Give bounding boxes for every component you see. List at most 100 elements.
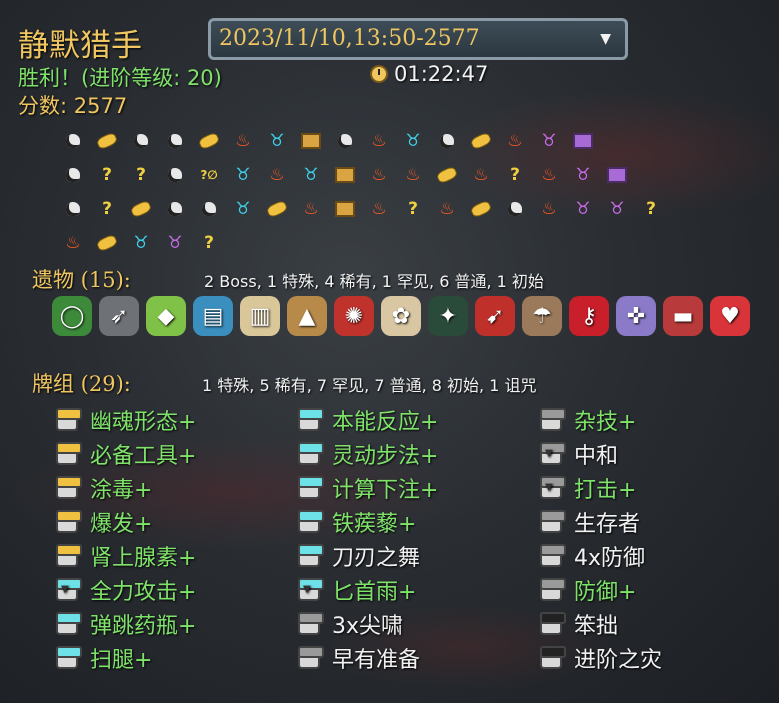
- pyramid-icon[interactable]: ▲: [287, 296, 327, 336]
- beetle-icon[interactable]: ✦: [428, 296, 468, 336]
- elite-icon[interactable]: [260, 158, 294, 192]
- monster-skull-icon[interactable]: [498, 192, 532, 226]
- card-entry[interactable]: 爆发+: [56, 505, 298, 539]
- card-jar-icon: [540, 408, 566, 431]
- treasure-icon[interactable]: [294, 124, 328, 158]
- gold-icon[interactable]: [464, 124, 498, 158]
- rest-icon[interactable]: [124, 226, 158, 260]
- card-entry[interactable]: 刀刃之舞: [298, 539, 540, 573]
- monster-skull-icon[interactable]: [430, 124, 464, 158]
- boss-chest-icon[interactable]: [566, 124, 600, 158]
- elite-icon[interactable]: [498, 124, 532, 158]
- pipe-icon[interactable]: ☂: [522, 296, 562, 336]
- elite-icon[interactable]: [362, 124, 396, 158]
- monster-skull-icon[interactable]: [56, 158, 90, 192]
- rest-icon[interactable]: [396, 124, 430, 158]
- gold-icon[interactable]: [430, 158, 464, 192]
- strawberry-icon[interactable]: ♥: [710, 296, 750, 336]
- rest-icon[interactable]: [226, 158, 260, 192]
- card-entry[interactable]: 铁蒺藜+: [298, 505, 540, 539]
- card-entry[interactable]: 打击+: [540, 471, 779, 505]
- gold-icon[interactable]: [90, 124, 124, 158]
- card-entry[interactable]: 防御+: [540, 573, 779, 607]
- scroll-icon[interactable]: ▥: [240, 296, 280, 336]
- monster-skull-icon[interactable]: [192, 192, 226, 226]
- card-jar-icon: [56, 442, 82, 465]
- run-select-dropdown[interactable]: 2023/11/10,13:50-2577 ▼: [208, 18, 628, 60]
- map-icon[interactable]: ▤: [193, 296, 233, 336]
- elite-icon[interactable]: [226, 124, 260, 158]
- elite-icon[interactable]: [532, 192, 566, 226]
- card-entry[interactable]: 笨拙: [540, 607, 779, 641]
- elite-icon[interactable]: [294, 192, 328, 226]
- monster-skull-icon[interactable]: [328, 124, 362, 158]
- gold-icon[interactable]: [260, 192, 294, 226]
- card-entry[interactable]: 涂毒+: [56, 471, 298, 505]
- elite-icon[interactable]: [362, 192, 396, 226]
- unknown-icon[interactable]: [124, 158, 158, 192]
- card-entry[interactable]: 中和: [540, 437, 779, 471]
- card-entry[interactable]: 本能反应+: [298, 403, 540, 437]
- unknown-icon[interactable]: [192, 226, 226, 260]
- card-entry[interactable]: 早有准备: [298, 641, 540, 675]
- boss-icon[interactable]: [600, 192, 634, 226]
- ring-icon[interactable]: ◯: [52, 296, 92, 336]
- elite-icon[interactable]: [464, 158, 498, 192]
- monster-skull-icon[interactable]: [124, 124, 158, 158]
- elite-icon[interactable]: [532, 158, 566, 192]
- card-entry[interactable]: 弹跳药瓶+: [56, 607, 298, 641]
- red-key-icon[interactable]: ⚷: [569, 296, 609, 336]
- pillow-icon[interactable]: ▬: [663, 296, 703, 336]
- card-entry[interactable]: 3x尖啸: [298, 607, 540, 641]
- elite-icon[interactable]: [56, 226, 90, 260]
- compass-icon[interactable]: ✜: [616, 296, 656, 336]
- monster-skull-icon[interactable]: [158, 158, 192, 192]
- card-entry[interactable]: 幽魂形态+: [56, 403, 298, 437]
- ginger-icon[interactable]: ✿: [381, 296, 421, 336]
- elite-icon[interactable]: [362, 158, 396, 192]
- unknown-icon[interactable]: [498, 158, 532, 192]
- card-entry[interactable]: 灵动步法+: [298, 437, 540, 471]
- elite-icon[interactable]: [396, 158, 430, 192]
- card-jar-icon: [56, 408, 82, 431]
- wing-boots-icon[interactable]: ➹: [475, 296, 515, 336]
- card-entry[interactable]: 肾上腺素+: [56, 539, 298, 573]
- unknown-icon[interactable]: [634, 192, 668, 226]
- card-entry[interactable]: 匕首雨+: [298, 573, 540, 607]
- unknown-icon[interactable]: [90, 158, 124, 192]
- monster-skull-icon[interactable]: [56, 124, 90, 158]
- monster-skull-icon[interactable]: [56, 192, 90, 226]
- boss-icon[interactable]: [158, 226, 192, 260]
- unknown-monster-icon[interactable]: [192, 158, 226, 192]
- clock-icon: [370, 65, 388, 83]
- card-entry[interactable]: 计算下注+: [298, 471, 540, 505]
- kunai-icon[interactable]: ➶: [99, 296, 139, 336]
- gold-icon[interactable]: [124, 192, 158, 226]
- card-entry[interactable]: 进阶之灾: [540, 641, 779, 675]
- card-entry[interactable]: 必备工具+: [56, 437, 298, 471]
- boss-chest-icon[interactable]: [600, 158, 634, 192]
- card-entry[interactable]: 4x防御: [540, 539, 779, 573]
- gold-icon[interactable]: [90, 226, 124, 260]
- rest-icon[interactable]: [260, 124, 294, 158]
- unknown-icon[interactable]: [396, 192, 430, 226]
- monster-skull-icon[interactable]: [158, 124, 192, 158]
- treasure-icon[interactable]: [328, 192, 362, 226]
- unknown-icon[interactable]: [90, 192, 124, 226]
- rest-icon[interactable]: [226, 192, 260, 226]
- rest-icon[interactable]: [294, 158, 328, 192]
- card-entry[interactable]: 生存者: [540, 505, 779, 539]
- boss-icon[interactable]: [532, 124, 566, 158]
- card-entry[interactable]: 杂技+: [540, 403, 779, 437]
- gold-icon[interactable]: [192, 124, 226, 158]
- claw-icon[interactable]: ✺: [334, 296, 374, 336]
- card-entry[interactable]: 全力攻击+: [56, 573, 298, 607]
- card-entry[interactable]: 扫腿+: [56, 641, 298, 675]
- boss-icon[interactable]: [566, 158, 600, 192]
- treasure-icon[interactable]: [328, 158, 362, 192]
- elite-icon[interactable]: [430, 192, 464, 226]
- monster-skull-icon[interactable]: [158, 192, 192, 226]
- boss-icon[interactable]: [566, 192, 600, 226]
- crystal-icon[interactable]: ◆: [146, 296, 186, 336]
- gold-icon[interactable]: [464, 192, 498, 226]
